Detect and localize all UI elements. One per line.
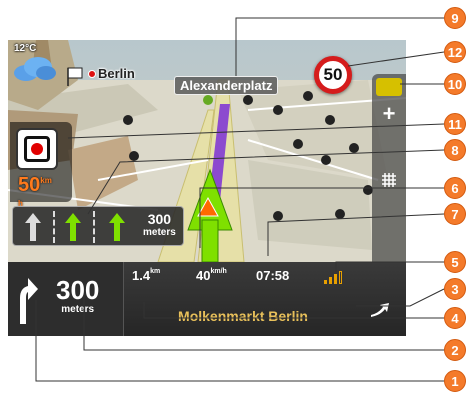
lane-arrow-icon	[109, 213, 125, 241]
lane-arrow-icon	[65, 213, 81, 241]
vehicle-speed: 40km/h	[196, 268, 227, 283]
current-street-name: Molkenmarkt Berlin	[178, 308, 308, 324]
callout-7: 7	[444, 203, 466, 225]
next-turn-panel[interactable]: 300 meters	[8, 262, 124, 336]
city-marker-icon	[88, 70, 96, 78]
speed-panel: 50km h	[10, 122, 72, 208]
turn-right-icon	[20, 278, 38, 324]
callout-3: 3	[444, 278, 466, 300]
menu-button[interactable]	[358, 292, 402, 326]
map-street-label: Alexanderplatz	[174, 76, 279, 95]
compass-icon[interactable]	[376, 78, 402, 96]
callout-9: 9	[444, 7, 466, 29]
grid-view-icon[interactable]	[374, 166, 404, 194]
callout-5: 5	[444, 251, 466, 273]
record-icon	[24, 136, 50, 162]
callout-12: 12	[444, 41, 466, 63]
record-button[interactable]	[16, 128, 58, 170]
remaining-distance: 1.4km	[132, 268, 161, 283]
zoom-in-button[interactable]: +	[374, 100, 404, 128]
callout-10: 10	[444, 73, 466, 95]
lane-distance: 300 meters	[143, 211, 176, 238]
callout-1: 1	[444, 370, 466, 392]
callout-8: 8	[444, 139, 466, 161]
navigation-screen: 12°C Berlin Alexanderplatz 50 + − 50kmh …	[8, 40, 406, 336]
side-panel: + −	[372, 74, 406, 292]
bottom-info-bar: 300 meters 1.4km 40km/h 07:58 Molkenmark…	[8, 262, 406, 336]
lane-arrow-icon	[25, 213, 41, 241]
cloud-icon	[14, 57, 56, 81]
trip-info-row: 1.4km 40km/h 07:58	[124, 262, 358, 302]
route-arrow-icon	[371, 303, 389, 317]
weather-widget: 12°C	[10, 43, 64, 85]
lane-assistant: 300 meters	[12, 206, 184, 246]
turn-distance: 300 meters	[56, 275, 100, 315]
speed-limit-sign: 50	[314, 56, 352, 94]
callout-2: 2	[444, 339, 466, 361]
city-label: Berlin	[88, 66, 135, 81]
callout-11: 11	[444, 113, 466, 135]
callout-4: 4	[444, 307, 466, 329]
gps-signal-icon	[324, 270, 348, 284]
arrival-time: 07:58	[256, 268, 290, 283]
callout-6: 6	[444, 177, 466, 199]
